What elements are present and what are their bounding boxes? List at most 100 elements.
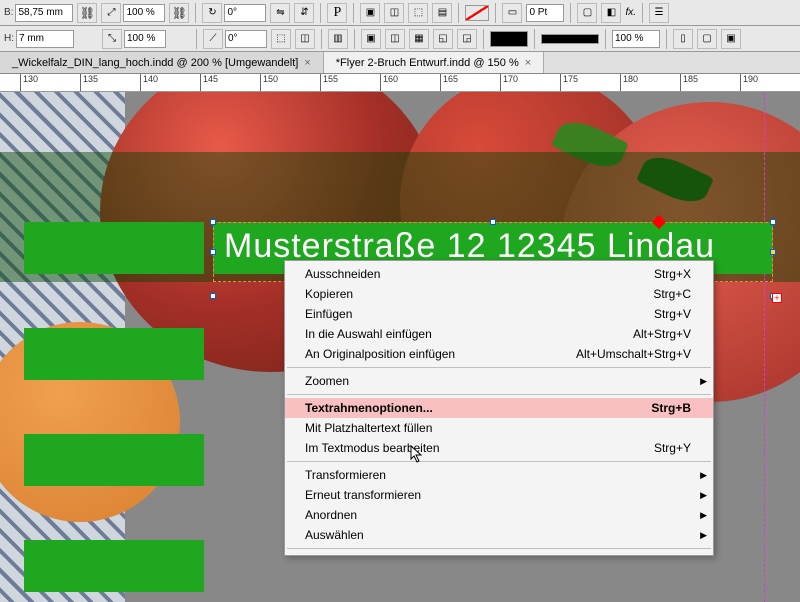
separator bbox=[458, 3, 459, 23]
separator bbox=[570, 3, 571, 23]
paragraph-style-icon[interactable]: P bbox=[327, 3, 347, 23]
scale-y-input[interactable] bbox=[124, 30, 166, 48]
stroke-swatch[interactable] bbox=[490, 31, 528, 47]
columns-icon[interactable]: ▥ bbox=[328, 29, 348, 49]
vertical-guide[interactable] bbox=[764, 92, 765, 602]
fit-icon-4[interactable]: ◱ bbox=[433, 29, 453, 49]
flip-h-icon[interactable]: ⇋ bbox=[270, 3, 290, 23]
out-port-handle[interactable] bbox=[770, 249, 776, 255]
ruler-tick: 130 bbox=[20, 74, 38, 92]
distribute-icon-3[interactable]: ▣ bbox=[721, 29, 741, 49]
separator bbox=[605, 29, 606, 49]
menu-paste-into[interactable]: In die Auswahl einfügenAlt+Strg+V bbox=[285, 324, 713, 344]
separator bbox=[495, 3, 496, 23]
ruler-tick: 180 bbox=[620, 74, 638, 92]
fit-icon-2[interactable]: ◫ bbox=[385, 29, 405, 49]
menu-copy[interactable]: KopierenStrg+C bbox=[285, 284, 713, 304]
stroke-weight-input[interactable] bbox=[526, 4, 564, 22]
tab-document-2[interactable]: *Flyer 2-Bruch Entwurf.indd @ 150 % × bbox=[324, 52, 544, 73]
fx-icon-2[interactable]: ◧ bbox=[601, 3, 621, 23]
menu-paste-in-place[interactable]: An Originalposition einfügenAlt+Umschalt… bbox=[285, 344, 713, 364]
tab-document-1[interactable]: _Wickelfalz_DIN_lang_hoch.indd @ 200 % [… bbox=[0, 52, 324, 73]
separator bbox=[320, 3, 321, 23]
rotate-icon[interactable]: ↻ bbox=[202, 3, 222, 23]
ruler-tick: 170 bbox=[500, 74, 518, 92]
ruler-tick: 175 bbox=[560, 74, 578, 92]
shear-input[interactable] bbox=[225, 30, 267, 48]
select-icon[interactable]: ⬚ bbox=[271, 29, 291, 49]
scale-x-icon[interactable]: ⤢ bbox=[101, 3, 121, 23]
height-input[interactable] bbox=[16, 30, 74, 48]
wrap-icon-3[interactable]: ⬚ bbox=[408, 3, 428, 23]
link-scale-icon[interactable]: ⛓ bbox=[169, 3, 189, 23]
fill-swatch[interactable] bbox=[465, 5, 489, 21]
ruler-tick: 145 bbox=[200, 74, 218, 92]
resize-handle[interactable] bbox=[210, 219, 216, 225]
ruler-tick: 160 bbox=[380, 74, 398, 92]
resize-handle[interactable] bbox=[210, 293, 216, 299]
tab-label: *Flyer 2-Bruch Entwurf.indd @ 150 % bbox=[336, 57, 519, 69]
close-icon[interactable]: × bbox=[304, 57, 310, 69]
width-input[interactable] bbox=[15, 4, 73, 22]
opacity-input[interactable] bbox=[612, 30, 660, 48]
menu-paste[interactable]: EinfügenStrg+V bbox=[285, 304, 713, 324]
height-label: H: bbox=[4, 33, 14, 44]
green-block[interactable] bbox=[24, 540, 204, 592]
fit-icon-3[interactable]: ▦ bbox=[409, 29, 429, 49]
width-label: B: bbox=[4, 7, 13, 18]
scale-y-icon[interactable]: ⤡ bbox=[102, 29, 122, 49]
menu-transform[interactable]: Transformieren▶ bbox=[285, 465, 713, 485]
separator bbox=[321, 29, 322, 49]
menu-edit-story[interactable]: Im Textmodus bearbeitenStrg+Y bbox=[285, 438, 713, 458]
fit-icon-1[interactable]: ▣ bbox=[361, 29, 381, 49]
menu-fill-placeholder[interactable]: Mit Platzhaltertext füllen bbox=[285, 418, 713, 438]
document-canvas[interactable]: Musterstraße 12 12345 Lindau + Ausschnei… bbox=[0, 92, 800, 602]
distribute-icon-2[interactable]: ▢ bbox=[697, 29, 717, 49]
menu-zoom[interactable]: Zoomen▶ bbox=[285, 371, 713, 391]
menu-select[interactable]: Auswählen▶ bbox=[285, 525, 713, 545]
resize-handle[interactable] bbox=[770, 219, 776, 225]
align-icon[interactable]: ☰ bbox=[649, 3, 669, 23]
fx-label[interactable]: fx. bbox=[625, 7, 636, 18]
control-panel-row-2: H: ⤡ ⟋ ⬚ ◫ ▥ ▣ ◫ ▦ ◱ ◲ ▯ ▢ ▣ bbox=[0, 26, 800, 52]
green-block[interactable] bbox=[24, 222, 204, 274]
green-block[interactable] bbox=[24, 434, 204, 486]
separator bbox=[483, 29, 484, 49]
chevron-right-icon: ▶ bbox=[700, 510, 707, 521]
separator bbox=[354, 29, 355, 49]
wrap-icon-4[interactable]: ▤ bbox=[432, 3, 452, 23]
menu-arrange[interactable]: Anordnen▶ bbox=[285, 505, 713, 525]
ruler-tick: 190 bbox=[740, 74, 758, 92]
ruler-tick: 185 bbox=[680, 74, 698, 92]
resize-handle[interactable] bbox=[490, 219, 496, 225]
menu-separator bbox=[287, 394, 711, 395]
overset-indicator[interactable]: + bbox=[772, 293, 782, 303]
fx-icon-1[interactable]: ▢ bbox=[577, 3, 597, 23]
document-tabs: _Wickelfalz_DIN_lang_hoch.indd @ 200 % [… bbox=[0, 52, 800, 74]
chevron-right-icon: ▶ bbox=[700, 376, 707, 387]
stroke-icon[interactable]: ▭ bbox=[502, 3, 522, 23]
container-icon[interactable]: ◫ bbox=[295, 29, 315, 49]
scale-x-input[interactable] bbox=[123, 4, 165, 22]
link-wh-icon[interactable]: ⛓ bbox=[77, 3, 97, 23]
chevron-right-icon: ▶ bbox=[700, 470, 707, 481]
wrap-icon-1[interactable]: ▣ bbox=[360, 3, 380, 23]
menu-text-frame-options[interactable]: Textrahmenoptionen...Strg+B bbox=[285, 398, 713, 418]
wrap-icon-2[interactable]: ◫ bbox=[384, 3, 404, 23]
ruler-tick: 135 bbox=[80, 74, 98, 92]
horizontal-ruler[interactable]: 130 135 140 145 150 155 160 165 170 175 … bbox=[0, 74, 800, 92]
stroke-style[interactable] bbox=[541, 34, 599, 44]
menu-cut[interactable]: AusschneidenStrg+X bbox=[285, 264, 713, 284]
in-port-handle[interactable] bbox=[210, 249, 216, 255]
fit-icon-5[interactable]: ◲ bbox=[457, 29, 477, 49]
shear-icon[interactable]: ⟋ bbox=[203, 29, 223, 49]
distribute-icon-1[interactable]: ▯ bbox=[673, 29, 693, 49]
separator bbox=[195, 3, 196, 23]
separator bbox=[353, 3, 354, 23]
control-panel-row-1: B: ⛓ ⤢ ⛓ ↻ ⇋ ⇵ P ▣ ◫ ⬚ ▤ ▭ ▢ ◧ fx. ☰ bbox=[0, 0, 800, 26]
green-block[interactable] bbox=[24, 328, 204, 380]
menu-transform-again[interactable]: Erneut transformieren▶ bbox=[285, 485, 713, 505]
close-icon[interactable]: × bbox=[525, 57, 531, 69]
rotate-input[interactable] bbox=[224, 4, 266, 22]
flip-v-icon[interactable]: ⇵ bbox=[294, 3, 314, 23]
